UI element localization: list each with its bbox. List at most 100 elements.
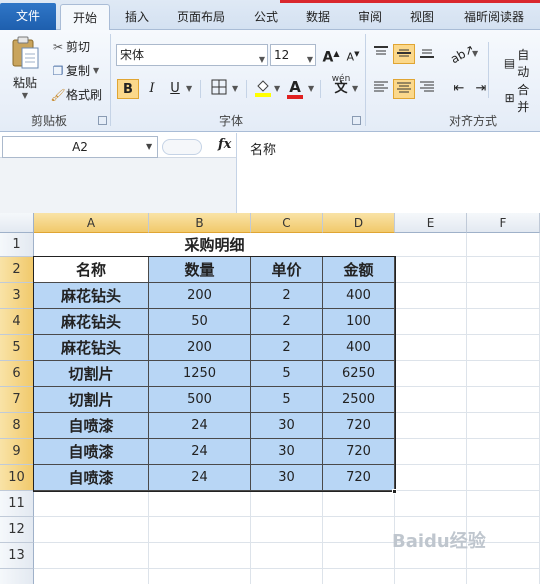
format-painter-button[interactable]: 🖌 格式刷 <box>50 86 102 103</box>
tab-insert[interactable]: 插入 <box>116 4 158 30</box>
tab-home[interactable]: 开始 <box>60 4 110 31</box>
copy-dropdown-icon[interactable]: ▼ <box>93 66 99 75</box>
tab-file[interactable]: 文件 <box>0 3 56 30</box>
cell[interactable] <box>323 569 395 584</box>
table-cell-amount[interactable]: 400 <box>323 283 395 309</box>
orientation-button[interactable]: ab↗ <box>448 42 477 67</box>
font-color-button[interactable]: A <box>284 77 306 99</box>
cell[interactable] <box>395 387 467 413</box>
row-header-8[interactable]: 8 <box>0 413 34 439</box>
table-cell-quantity[interactable]: 200 <box>149 335 251 361</box>
table-cell-quantity[interactable]: 24 <box>149 439 251 465</box>
formula-bar-resize-handle[interactable] <box>162 139 202 155</box>
row-header-6[interactable]: 6 <box>0 361 34 387</box>
table-cell-amount[interactable]: 720 <box>323 465 395 491</box>
cell[interactable] <box>323 543 395 569</box>
name-box[interactable]: A2 <box>2 136 158 158</box>
column-header-d[interactable]: D <box>323 213 395 233</box>
insert-function-icon[interactable]: fx <box>218 137 231 152</box>
tab-page-layout[interactable]: 页面布局 <box>168 4 234 30</box>
cell[interactable] <box>34 569 149 584</box>
table-cell-quantity[interactable]: 200 <box>149 283 251 309</box>
fill-color-button[interactable] <box>252 79 274 99</box>
row-header-9[interactable]: 9 <box>0 439 34 465</box>
cell[interactable] <box>395 465 467 491</box>
cell[interactable] <box>467 465 540 491</box>
cell[interactable] <box>149 491 251 517</box>
align-right-button[interactable] <box>416 79 438 99</box>
table-cell-quantity[interactable]: 1250 <box>149 361 251 387</box>
table-cell-name[interactable]: 麻花钻头 <box>34 309 149 335</box>
cell[interactable] <box>395 361 467 387</box>
row-header-4[interactable]: 4 <box>0 309 34 335</box>
row-header-7[interactable]: 7 <box>0 387 34 413</box>
table-cell-price[interactable]: 5 <box>251 361 323 387</box>
tab-view[interactable]: 视图 <box>402 4 442 30</box>
header-cell-amount[interactable]: 金额 <box>323 257 395 283</box>
cell[interactable] <box>149 569 251 584</box>
cell[interactable] <box>467 233 540 257</box>
row-header-1[interactable]: 1 <box>0 233 34 257</box>
tab-review[interactable]: 审阅 <box>350 4 390 30</box>
table-cell-price[interactable]: 2 <box>251 335 323 361</box>
row-header-2[interactable]: 2 <box>0 257 34 283</box>
cell[interactable] <box>395 335 467 361</box>
align-bottom-button[interactable] <box>416 44 438 64</box>
name-box-dropdown-icon[interactable]: ▼ <box>146 142 152 151</box>
formula-input[interactable]: 名称 <box>250 139 276 158</box>
align-left-button[interactable] <box>370 79 392 99</box>
wrap-text-button[interactable]: ▤ 自动 <box>502 46 540 80</box>
cell[interactable] <box>467 569 540 584</box>
cell[interactable] <box>251 569 323 584</box>
table-cell-price[interactable]: 5 <box>251 387 323 413</box>
font-name-select[interactable]: 宋体 ▼ <box>116 44 268 66</box>
table-cell-name[interactable]: 自喷漆 <box>34 465 149 491</box>
underline-dropdown-icon[interactable]: ▼ <box>186 84 192 93</box>
table-cell-amount[interactable]: 100 <box>323 309 395 335</box>
align-top-button[interactable] <box>370 44 392 64</box>
table-cell-price[interactable]: 30 <box>251 465 323 491</box>
table-cell-quantity[interactable]: 24 <box>149 465 251 491</box>
phonetic-dropdown-icon[interactable]: ▼ <box>352 84 358 93</box>
decrease-indent-button[interactable]: ⇤ <box>448 79 470 99</box>
header-cell-name[interactable]: 名称 <box>34 257 149 283</box>
row-header-5[interactable]: 5 <box>0 335 34 361</box>
row-header-11[interactable]: 11 <box>0 491 34 517</box>
cell[interactable] <box>149 517 251 543</box>
cell[interactable] <box>323 517 395 543</box>
table-cell-price[interactable]: 30 <box>251 439 323 465</box>
font-size-select[interactable]: 12 ▼ <box>270 44 316 66</box>
cell[interactable] <box>395 491 467 517</box>
cell[interactable] <box>34 517 149 543</box>
cell[interactable] <box>395 309 467 335</box>
cell[interactable] <box>395 439 467 465</box>
tab-foxit-reader[interactable]: 福昕阅读器 <box>454 4 534 30</box>
cell[interactable] <box>395 257 467 283</box>
orientation-dropdown-icon[interactable]: ▼ <box>472 49 478 58</box>
grow-font-button[interactable]: A▲ <box>320 44 342 66</box>
table-cell-amount[interactable]: 720 <box>323 439 395 465</box>
cell[interactable] <box>467 309 540 335</box>
cell[interactable] <box>149 543 251 569</box>
table-cell-name[interactable]: 自喷漆 <box>34 413 149 439</box>
row-header-10[interactable]: 10 <box>0 465 34 491</box>
increase-indent-button[interactable]: ⇥ <box>470 79 492 99</box>
borders-button[interactable] <box>208 79 230 99</box>
fill-color-dropdown-icon[interactable]: ▼ <box>274 84 280 93</box>
select-all-corner[interactable] <box>0 213 34 233</box>
table-cell-quantity[interactable]: 24 <box>149 413 251 439</box>
cell[interactable] <box>251 491 323 517</box>
column-header-c[interactable]: C <box>251 213 323 233</box>
table-cell-price[interactable]: 30 <box>251 413 323 439</box>
cell[interactable] <box>467 413 540 439</box>
cell[interactable] <box>251 517 323 543</box>
table-cell-name[interactable]: 麻花钻头 <box>34 335 149 361</box>
cell[interactable] <box>251 543 323 569</box>
font-launcher-icon[interactable] <box>352 116 361 125</box>
cut-button[interactable]: ✂ 剪切 <box>50 38 90 55</box>
cell[interactable] <box>467 283 540 309</box>
borders-dropdown-icon[interactable]: ▼ <box>232 84 238 93</box>
align-center-button[interactable] <box>393 79 415 99</box>
table-title[interactable]: 采购明细 <box>34 233 395 257</box>
column-header-a[interactable]: A <box>34 213 149 233</box>
